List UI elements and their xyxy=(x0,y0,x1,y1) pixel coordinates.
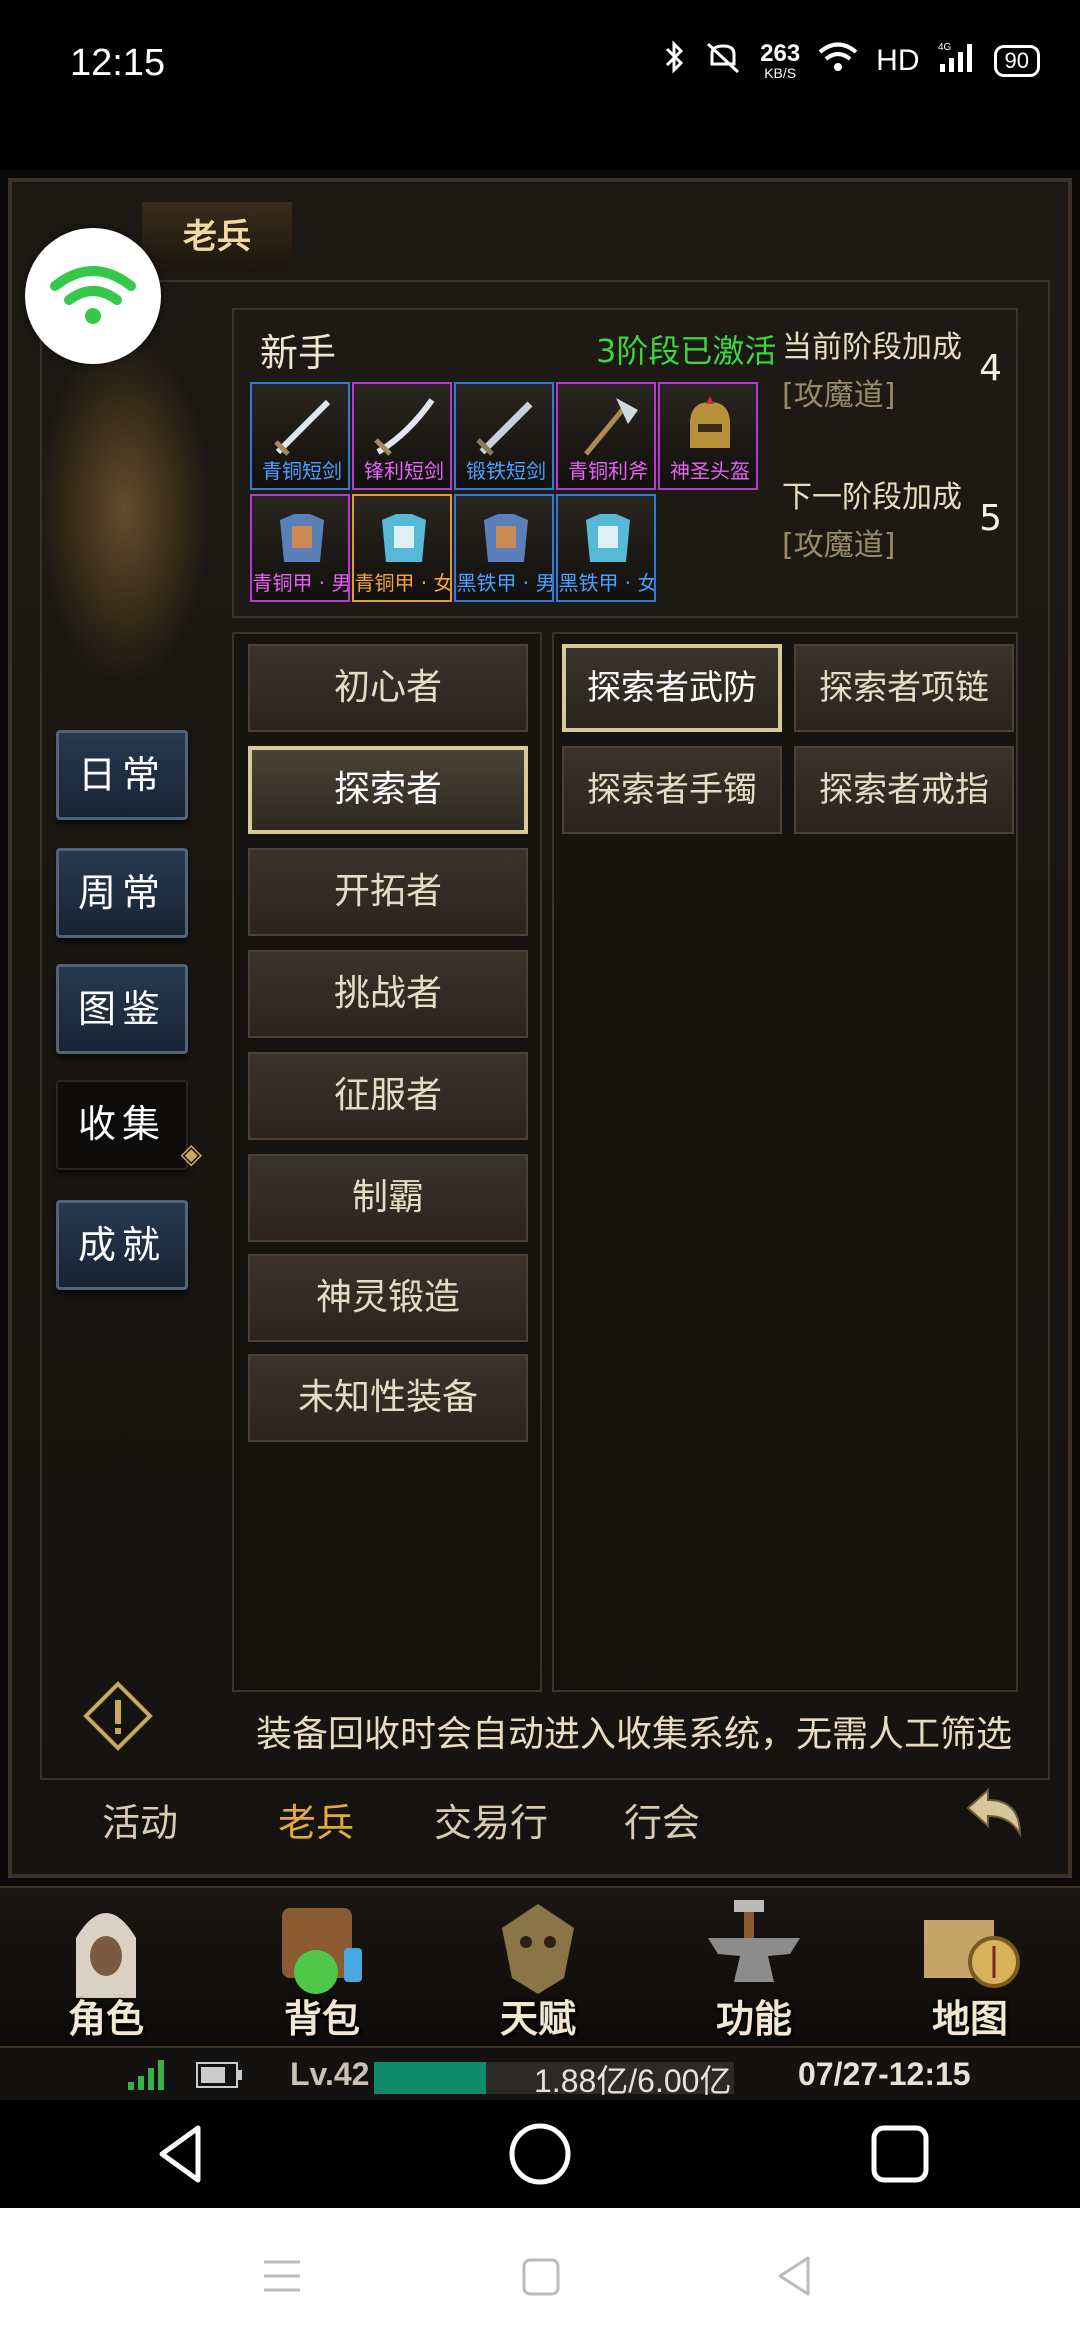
menu-character[interactable]: 角色 xyxy=(0,1888,212,2046)
collection-summary: 新手 3阶段已激活 青铜短剑 锋利短剑 锻铁短剑 青铜利斧 神圣头盔 青铜甲 ·… xyxy=(232,308,1018,618)
menu-talent[interactable]: 天赋 xyxy=(432,1888,644,2046)
back-arrow-icon[interactable] xyxy=(958,1780,1030,1850)
item-slot[interactable]: 黑铁甲 · 女 xyxy=(556,494,656,602)
tab-trading[interactable]: 交易行 xyxy=(434,1792,548,1847)
side-tab-daily[interactable]: 日常 xyxy=(56,730,188,820)
tip-text: 装备回收时会自动进入收集系统，无需人工筛选 xyxy=(256,1714,1013,1755)
stage-status: 3阶段已激活 xyxy=(596,332,777,370)
item-slot[interactable]: 神圣头盔 xyxy=(658,382,758,490)
item-slot[interactable]: 青铜甲 · 女 xyxy=(352,494,452,602)
game-time: 07/27-12:15 xyxy=(798,2056,971,2092)
floating-wifi-button[interactable] xyxy=(25,228,161,364)
category-list: 初心者 探索者 开拓者 挑战者 征服者 制霸 神灵锻造 未知性装备 xyxy=(232,632,542,1692)
tab-guild[interactable]: 行会 xyxy=(624,1792,700,1847)
menu-backpack[interactable]: 背包 xyxy=(216,1888,428,2046)
selected-arrow-icon: ◈ xyxy=(180,1137,208,1170)
armor-icon xyxy=(484,514,528,562)
category-explorer[interactable]: 探索者 xyxy=(248,746,528,834)
sword-icon xyxy=(476,401,533,456)
menu-function[interactable]: 功能 xyxy=(648,1888,860,2046)
nav-home-icon[interactable] xyxy=(508,2122,572,2190)
side-tab-codex[interactable]: 图鉴 xyxy=(56,964,188,1054)
category-divine-forge[interactable]: 神灵锻造 xyxy=(248,1254,528,1342)
subcategory-list: 探索者武防 探索者项链 探索者手镯 探索者戒指 xyxy=(552,632,1018,1692)
side-tab-achievement[interactable]: 成就 xyxy=(56,1200,188,1290)
next-bonus-stat: [攻魔道] xyxy=(782,528,896,563)
secondary-nav-bar xyxy=(0,2208,1080,2340)
axe-icon xyxy=(584,398,638,456)
collection-set-title: 新手 xyxy=(260,331,337,375)
item-slot[interactable]: 青铜利斧 xyxy=(556,382,656,490)
square-icon[interactable] xyxy=(522,2258,560,2300)
wifi-icon xyxy=(50,266,136,324)
item-slot[interactable]: 青铜甲 · 男 xyxy=(250,494,350,602)
nav-back-icon[interactable] xyxy=(152,2122,208,2190)
nav-recents-icon[interactable] xyxy=(870,2124,930,2188)
player-level: Lv.42 xyxy=(290,2056,370,2092)
battery-icon: 90 xyxy=(993,45,1040,77)
dragon-ornament xyxy=(40,340,210,680)
signal-icon: 4G xyxy=(938,40,976,82)
category-conqueror[interactable]: 征服者 xyxy=(248,1052,528,1140)
game-screen: 老兵 日常 周常 图鉴 收集 ◈ 成就 新手 3阶段已激活 青铜短剑 锋利短剑 … xyxy=(0,170,1080,2100)
category-pioneer[interactable]: 开拓者 xyxy=(248,848,528,936)
item-slot[interactable]: 青铜短剑 xyxy=(250,382,350,490)
character-icon xyxy=(76,1913,136,1998)
exp-bar-fill xyxy=(374,2062,486,2094)
mute-icon xyxy=(704,40,742,82)
armor-icon xyxy=(280,514,324,562)
armor-icon xyxy=(382,514,426,562)
panel-tabs: 活动 老兵 交易行 行会 xyxy=(30,1770,1030,1860)
subcategory-bracelet[interactable]: 探索者手镯 xyxy=(562,746,782,834)
map-icon xyxy=(924,1920,1020,1988)
status-icons: 263 KB/S HD 4G 90 xyxy=(664,40,1040,82)
subcategory-necklace[interactable]: 探索者项链 xyxy=(794,644,1014,732)
svg-text:4G: 4G xyxy=(938,42,952,53)
armor-icon xyxy=(586,514,630,562)
signal-strength-icon xyxy=(128,2060,168,2095)
main-menu: 角色 背包 天赋 功能 地图 xyxy=(0,1886,1080,2044)
menu-icon[interactable] xyxy=(262,2258,302,2298)
network-speed: 263 KB/S xyxy=(760,40,801,81)
backpack-icon xyxy=(282,1908,362,1994)
category-unknown-equipment[interactable]: 未知性装备 xyxy=(248,1354,528,1442)
network-type: HD xyxy=(876,44,920,77)
current-bonus-label: 当前阶段加成 xyxy=(782,330,962,365)
anvil-icon xyxy=(708,1900,800,1982)
category-beginner[interactable]: 初心者 xyxy=(248,644,528,732)
side-tab-weekly[interactable]: 周常 xyxy=(56,848,188,938)
item-slot[interactable]: 黑铁甲 · 男 xyxy=(454,494,554,602)
sword-icon xyxy=(374,398,435,456)
side-tab-collection[interactable]: 收集 ◈ xyxy=(56,1080,202,1170)
status-bar: 12:15 263 KB/S HD 4G 90 xyxy=(0,0,1080,170)
tab-activity[interactable]: 活动 xyxy=(102,1792,178,1847)
current-bonus-stat: [攻魔道] xyxy=(782,378,896,413)
warning-icon[interactable] xyxy=(82,1680,154,1752)
tab-veteran[interactable]: 老兵 xyxy=(278,1792,354,1847)
bluetooth-icon xyxy=(664,40,686,82)
category-challenger[interactable]: 挑战者 xyxy=(248,950,528,1038)
sword-icon xyxy=(274,399,331,456)
helmet-icon xyxy=(690,396,730,448)
exp-text: 1.88亿/6.00亿 xyxy=(534,2063,732,2099)
current-bonus: 当前阶段加成 [攻魔道] 4 xyxy=(782,322,1012,414)
menu-map[interactable]: 地图 xyxy=(864,1888,1076,2046)
item-slot[interactable]: 锋利短剑 xyxy=(352,382,452,490)
next-bonus-value: 5 xyxy=(979,498,1002,539)
talent-icon xyxy=(502,1904,574,1994)
subcategory-ring[interactable]: 探索者戒指 xyxy=(794,746,1014,834)
back-triangle-icon[interactable] xyxy=(776,2256,812,2300)
item-slot[interactable]: 锻铁短剑 xyxy=(454,382,554,490)
wifi-status-icon xyxy=(818,41,858,81)
battery-level-icon xyxy=(196,2062,242,2093)
next-bonus: 下一阶段加成 [攻魔道] 5 xyxy=(782,472,1012,564)
category-dominator[interactable]: 制霸 xyxy=(248,1154,528,1242)
player-info-bar: Lv.42 1.88亿/6.00亿 07/27-12:15 xyxy=(0,2046,1080,2100)
current-bonus-value: 4 xyxy=(979,348,1002,389)
subcategory-weapon-armor[interactable]: 探索者武防 xyxy=(562,644,782,732)
system-nav-bar xyxy=(0,2100,1080,2208)
panel-title: 老兵 xyxy=(142,202,292,272)
status-time: 12:15 xyxy=(70,42,166,84)
next-bonus-label: 下一阶段加成 xyxy=(782,480,962,515)
